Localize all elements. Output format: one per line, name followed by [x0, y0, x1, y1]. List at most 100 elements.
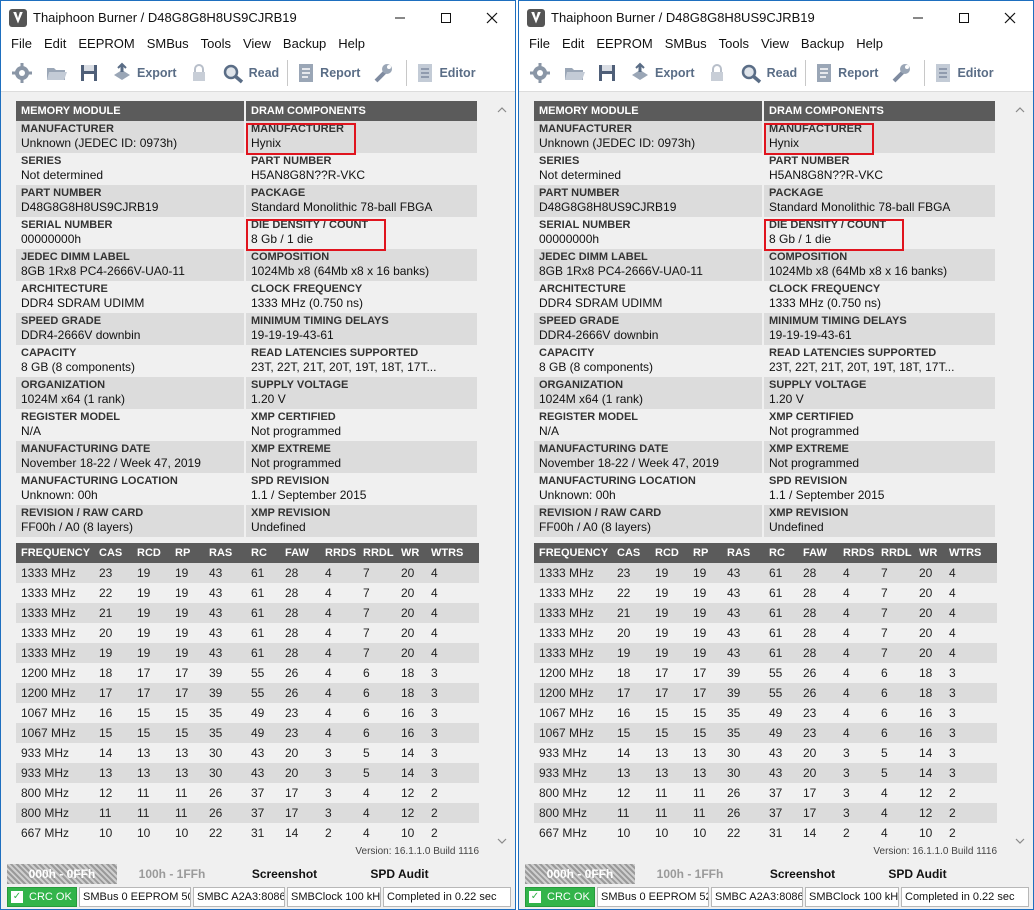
scroll-down-arrow[interactable] [495, 834, 509, 848]
timings-body: 1333 MHz 23 19 19 43 61 28 4 7 20 4 1333 MHz 22 19 19 4… [534, 563, 997, 843]
open-button[interactable] [559, 58, 593, 88]
menu-file[interactable]: File [5, 34, 38, 54]
table-cell: 21 [94, 603, 132, 623]
timings-col-rrds[interactable]: RRDS [838, 543, 876, 563]
report-button[interactable]: Report [810, 58, 882, 88]
tab-100h-1ffh[interactable]: 100h - 1FFh [117, 864, 227, 884]
table-cell: 13 [170, 743, 204, 763]
scroll-up-arrow[interactable] [495, 103, 509, 117]
open-button[interactable] [41, 58, 75, 88]
timings-col-rrdl[interactable]: RRDL [876, 543, 914, 563]
maximize-button[interactable] [423, 1, 469, 34]
table-cell: 13 [650, 743, 688, 763]
read-button[interactable]: Read [217, 58, 284, 88]
menu-edit[interactable]: Edit [38, 34, 72, 54]
menu-view[interactable]: View [755, 34, 795, 54]
field-value: 8GB 1Rx8 PC4-2666V-UA0-11 [539, 264, 703, 278]
menu-help[interactable]: Help [332, 34, 371, 54]
editor-label: Editor [957, 65, 994, 80]
dram-field: XMP CERTIFIED Not programmed [764, 409, 997, 441]
timings-col-cas[interactable]: CAS [612, 543, 650, 563]
editor-button[interactable]: Editor [411, 58, 479, 88]
table-cell: 16 [914, 723, 944, 743]
table-cell: 14 [914, 763, 944, 783]
report-button[interactable]: Report [292, 58, 364, 88]
menu-smbus[interactable]: SMBus [659, 34, 713, 54]
close-button[interactable] [469, 1, 515, 34]
table-cell: 4 [838, 723, 876, 743]
menu-eeprom[interactable]: EEPROM [72, 34, 140, 54]
menu-edit[interactable]: Edit [556, 34, 590, 54]
field-value: 1333 MHz (0.750 ns) [769, 296, 882, 310]
save-button[interactable] [75, 58, 107, 88]
menu-tools[interactable]: Tools [713, 34, 755, 54]
lock-button[interactable] [181, 58, 217, 88]
tab-000h-0ffh[interactable]: 000h - 0FFh [7, 864, 117, 884]
tools-button[interactable] [364, 58, 402, 88]
lock-button[interactable] [699, 58, 735, 88]
timings-col-rrdl[interactable]: RRDL [358, 543, 396, 563]
timings-col-rc[interactable]: RC [246, 543, 280, 563]
menu-eeprom[interactable]: EEPROM [590, 34, 658, 54]
dram-field: READ LATENCIES SUPPORTED 23T, 22T, 21T, 2… [246, 345, 479, 377]
editor-button[interactable]: Editor [929, 58, 997, 88]
scroll-up-arrow[interactable] [1013, 103, 1027, 117]
menu-help[interactable]: Help [850, 34, 889, 54]
scroll-down-arrow[interactable] [1013, 834, 1027, 848]
timings-col-cas[interactable]: CAS [94, 543, 132, 563]
timings-col-rc[interactable]: RC [764, 543, 798, 563]
maximize-button[interactable] [941, 1, 987, 34]
table-cell: 15 [170, 703, 204, 723]
tab-screenshot[interactable]: Screenshot [227, 864, 342, 884]
timings-col-frequency[interactable]: FREQUENCY [16, 543, 94, 563]
close-button[interactable] [987, 1, 1033, 34]
menu-smbus[interactable]: SMBus [141, 34, 195, 54]
timings-col-wr[interactable]: WR [914, 543, 944, 563]
table-cell: 4 [320, 723, 358, 743]
table-cell: 19 [612, 643, 650, 663]
menu-backup[interactable]: Backup [795, 34, 850, 54]
minimize-button[interactable] [377, 1, 423, 34]
tab-100h-1ffh[interactable]: 100h - 1FFh [635, 864, 745, 884]
timings-col-wr[interactable]: WR [396, 543, 426, 563]
settings-button[interactable] [525, 58, 559, 88]
vertical-scrollbar[interactable] [495, 103, 509, 848]
table-cell: 10 [94, 823, 132, 843]
timings-col-frequency[interactable]: FREQUENCY [534, 543, 612, 563]
timings-col-ras[interactable]: RAS [722, 543, 764, 563]
timings-col-wtrs[interactable]: WTRS [944, 543, 997, 563]
tools-button[interactable] [882, 58, 920, 88]
timings-col-faw[interactable]: FAW [280, 543, 320, 563]
menu-tools[interactable]: Tools [195, 34, 237, 54]
timings-col-wtrs[interactable]: WTRS [426, 543, 479, 563]
tab-screenshot[interactable]: Screenshot [745, 864, 860, 884]
field-label: CAPACITY [21, 347, 77, 359]
table-cell: 35 [204, 703, 246, 723]
menu-view[interactable]: View [237, 34, 277, 54]
vertical-scrollbar[interactable] [1013, 103, 1027, 848]
read-button[interactable]: Read [735, 58, 802, 88]
timings-col-rp[interactable]: RP [688, 543, 722, 563]
menu-file[interactable]: File [523, 34, 556, 54]
module-field: SERIAL NUMBER 00000000h [534, 217, 764, 249]
timings-col-ras[interactable]: RAS [204, 543, 246, 563]
export-button[interactable]: Export [107, 58, 181, 88]
table-cell: 800 MHz [534, 803, 612, 823]
dram-field: READ LATENCIES SUPPORTED 23T, 22T, 21T, 2… [764, 345, 997, 377]
table-cell: 4 [358, 803, 396, 823]
timings-col-faw[interactable]: FAW [798, 543, 838, 563]
tab-spd-audit[interactable]: SPD Audit [860, 864, 975, 884]
timings-col-rcd[interactable]: RCD [650, 543, 688, 563]
settings-button[interactable] [7, 58, 41, 88]
menu-backup[interactable]: Backup [277, 34, 332, 54]
tab-spd-audit[interactable]: SPD Audit [342, 864, 457, 884]
timings-col-rrds[interactable]: RRDS [320, 543, 358, 563]
timings-col-rp[interactable]: RP [170, 543, 204, 563]
table-cell: 15 [688, 703, 722, 723]
table-cell: 2 [426, 783, 479, 803]
timings-col-rcd[interactable]: RCD [132, 543, 170, 563]
tab-000h-0ffh[interactable]: 000h - 0FFh [525, 864, 635, 884]
minimize-button[interactable] [895, 1, 941, 34]
export-button[interactable]: Export [625, 58, 699, 88]
save-button[interactable] [593, 58, 625, 88]
